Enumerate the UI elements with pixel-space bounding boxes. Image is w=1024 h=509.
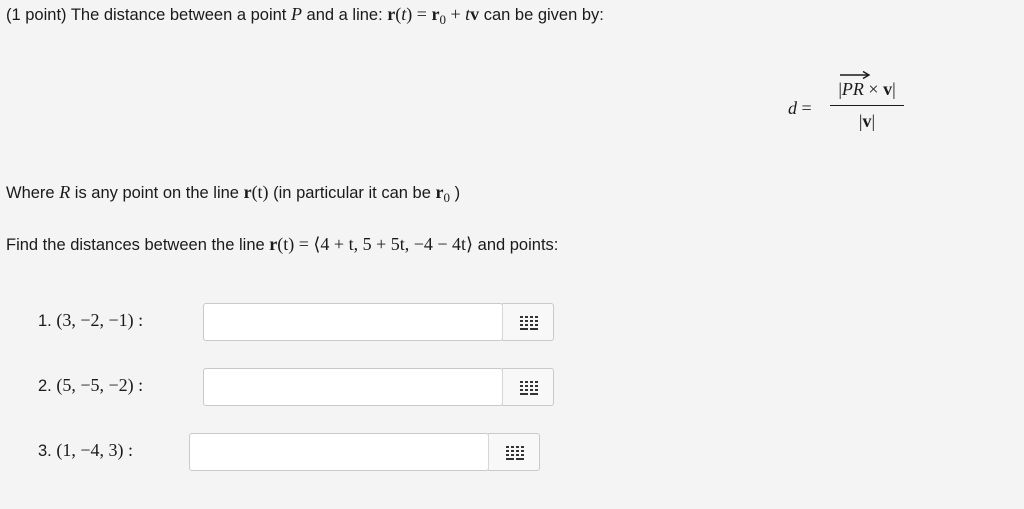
where-prefix: Where [6, 184, 60, 202]
point-1-number: 1. [38, 312, 57, 330]
distance-formula: d = |PR × v| |v| [786, 70, 916, 140]
formula-equals: = [801, 98, 812, 118]
equals-sign: = [412, 4, 432, 24]
keypad-grid-icon [520, 316, 538, 330]
r-point-variable: R [59, 182, 71, 202]
formula-lhs: d = [788, 98, 812, 119]
point-2-label: 2. (5, −5, −2) : [38, 375, 143, 396]
answer-1-input[interactable] [203, 303, 503, 341]
answer-2-input[interactable] [203, 368, 503, 406]
keypad-grid-icon [520, 381, 538, 395]
keypad-3-button[interactable] [488, 433, 540, 471]
where-paren: (in particular it can be [268, 184, 436, 202]
where-statement: Where R is any point on the line r(t) (i… [6, 182, 461, 205]
intro-prefix: (1 point) The distance between a point [6, 6, 291, 24]
find-suffix: and points: [473, 236, 559, 254]
point-3-number: 3. [38, 442, 57, 460]
find-prefix: Find the distances between the line [6, 236, 270, 254]
point-2-coords: (5, −5, −2) : [56, 375, 144, 395]
where-close: ) [449, 184, 461, 202]
point-variable: P [290, 4, 302, 24]
where-r-vector: r [243, 182, 252, 202]
point-2-number: 2. [38, 377, 57, 395]
where-r0-subscript: 0 [443, 190, 450, 205]
den-v-vector: v [862, 111, 872, 131]
cross-sign: × [863, 79, 884, 99]
pr-vector: PR [841, 79, 864, 99]
den-right-bar: | [871, 111, 876, 131]
fraction-bar [830, 105, 904, 106]
where-mid: is any point on the line [70, 184, 244, 202]
intro-suffix: can be given by: [479, 6, 604, 24]
d-variable: d [788, 98, 797, 118]
abs-right-bar: | [892, 79, 896, 99]
v-vector: v [883, 79, 893, 99]
formula-fraction: |PR × v| |v| [830, 70, 904, 135]
point-1-coords: (3, −2, −1) : [56, 310, 144, 330]
problem-intro: (1 point) The distance between a point P… [6, 4, 604, 27]
point-1-label: 1. (3, −2, −1) : [38, 310, 143, 331]
intro-mid: and a line: [301, 6, 388, 24]
point-3-label: 3. (1, −4, 3) : [38, 440, 133, 461]
tv-v: v [470, 4, 480, 24]
formula-denominator: |v| [830, 109, 904, 135]
find-statement: Find the distances between the line r(t)… [6, 234, 558, 255]
answer-3-input[interactable] [189, 433, 489, 471]
keypad-2-button[interactable] [502, 368, 554, 406]
line-expression: (t) = ⟨4 + t, 5 + 5t, −4 − 4t⟩ [277, 234, 474, 254]
where-t-expr: (t) [251, 182, 269, 202]
point-3-coords: (1, −4, 3) : [56, 440, 133, 460]
vector-arrow-icon [840, 70, 871, 80]
keypad-grid-icon [506, 446, 524, 460]
keypad-1-button[interactable] [502, 303, 554, 341]
plus-sign: + [445, 4, 466, 24]
r0-subscript: 0 [439, 12, 446, 27]
formula-numerator: |PR × v| [830, 70, 904, 102]
